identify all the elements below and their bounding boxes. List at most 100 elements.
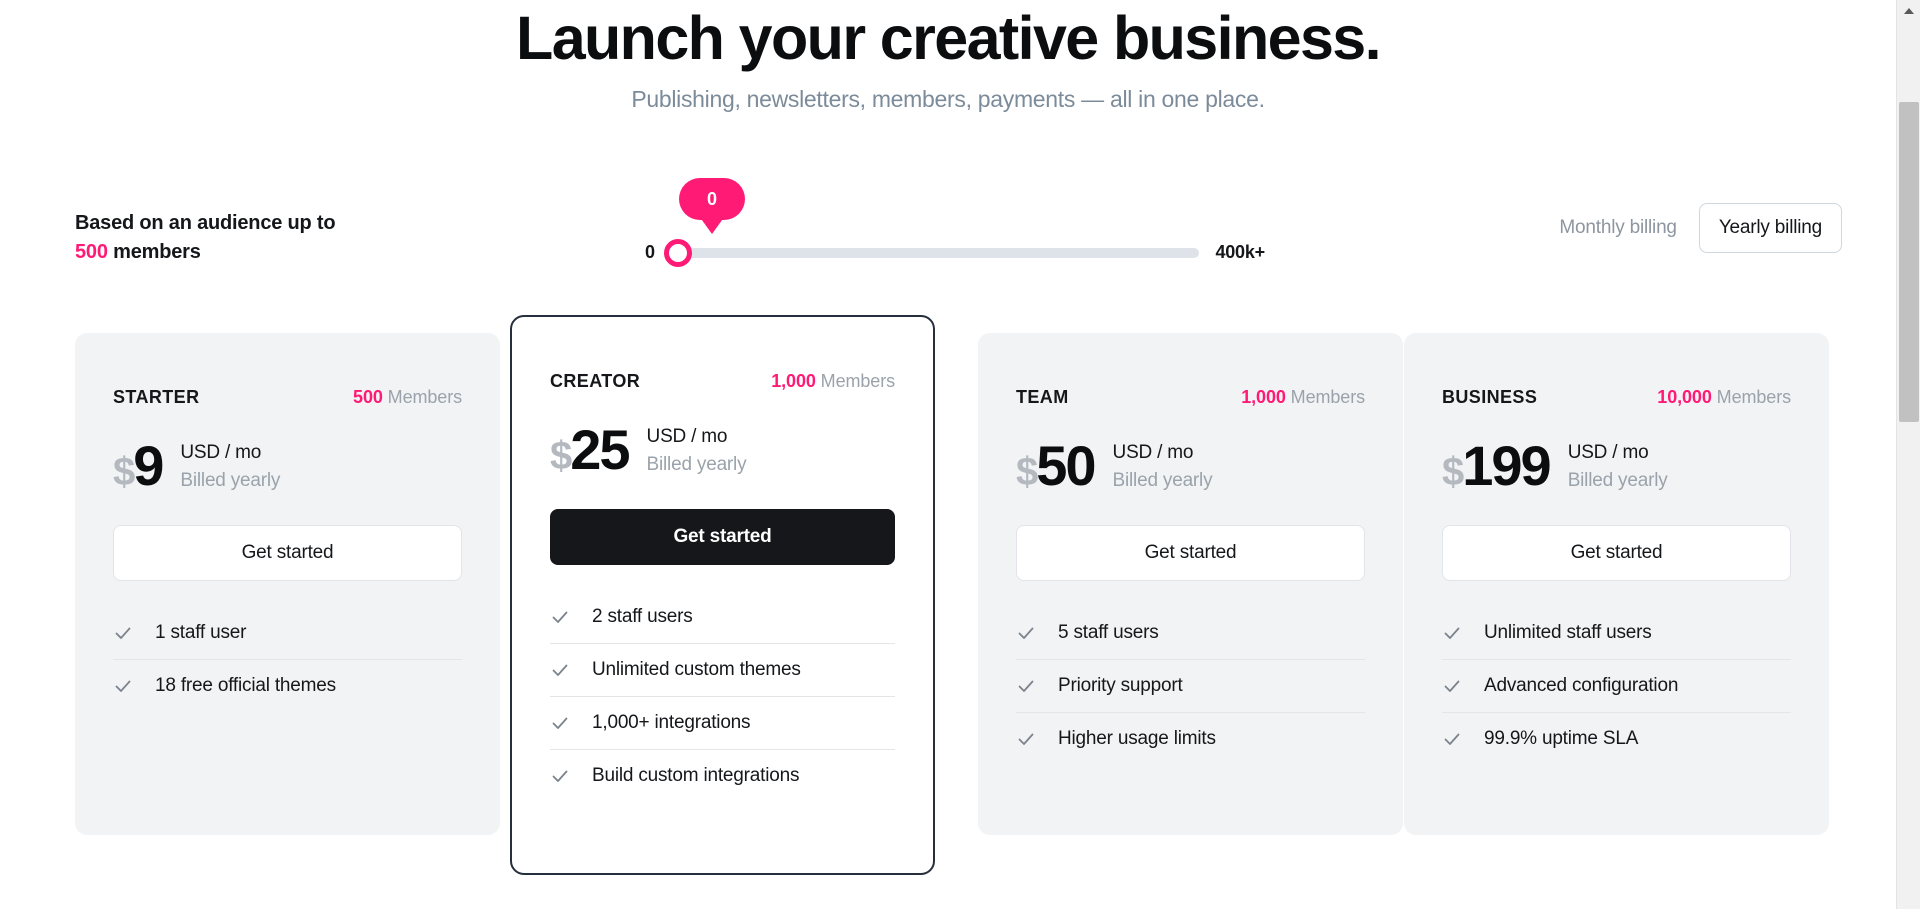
plan-price-meta: USD / mo Billed yearly (647, 423, 747, 478)
plan-price-value: 50 (1036, 434, 1096, 498)
plan-members: 500 Members (353, 387, 462, 408)
get-started-button[interactable]: Get started (1442, 525, 1791, 582)
plan-members-count: 1,000 (771, 371, 816, 392)
plan-currency-symbol: $ (1016, 450, 1038, 495)
scroll-up-arrow-icon[interactable] (1897, 0, 1920, 22)
check-icon (550, 713, 576, 733)
plan-feature-list: 2 staff users Unlimited custom themes 1,… (550, 591, 895, 802)
slider-track[interactable] (663, 238, 1200, 267)
plan-price-amount: $ 50 (1016, 434, 1097, 498)
plan-price-meta: USD / mo Billed yearly (180, 439, 280, 494)
pricing-plans: STARTER 500 Members $ 9 USD / mo Billed … (0, 315, 1896, 876)
audience-prefix: Based on an audience up to (75, 212, 336, 235)
feature-label: 1,000+ integrations (592, 712, 751, 734)
page-title: Launch your creative business. (516, 4, 1382, 72)
feature-label: Unlimited staff users (1484, 622, 1652, 644)
plan-header: BUSINESS 10,000 Members (1442, 361, 1791, 408)
check-icon (1442, 623, 1468, 643)
plan-price-unit: USD / mo (180, 442, 262, 464)
plan-price-value: 25 (570, 418, 630, 482)
plan-price: $ 50 USD / mo Billed yearly (1016, 438, 1365, 495)
plan-price: $ 9 USD / mo Billed yearly (113, 438, 462, 495)
plan-members-count: 10,000 (1657, 387, 1712, 408)
page-scrollbar[interactable] (1896, 0, 1920, 909)
plan-name: STARTER (113, 387, 200, 408)
billing-option-monthly[interactable]: Monthly billing (1545, 217, 1690, 239)
audience-count: 500 (75, 240, 108, 263)
feature-label: Unlimited custom themes (592, 659, 801, 681)
feature-label: 18 free official themes (155, 675, 336, 697)
page-subtitle: Publishing, newsletters, members, paymen… (631, 86, 1265, 113)
feature-item: 99.9% uptime SLA (1442, 713, 1791, 765)
plan-price-meta: USD / mo Billed yearly (1568, 439, 1668, 494)
plan-price-unit: USD / mo (1112, 442, 1194, 464)
hero-section: Launch your creative business. Publishin… (0, 0, 1896, 113)
plan-billing-cycle: Billed yearly (180, 469, 281, 491)
check-icon (1442, 729, 1468, 749)
feature-label: Higher usage limits (1058, 728, 1216, 750)
plan-card-starter[interactable]: STARTER 500 Members $ 9 USD / mo Billed … (75, 333, 500, 836)
plan-members-label: Members (1290, 387, 1365, 408)
plan-price-amount: $ 9 (113, 438, 164, 495)
plan-name: CREATOR (550, 371, 641, 392)
audience-suffix: members (113, 240, 201, 263)
plan-header: STARTER 500 Members (113, 361, 462, 408)
feature-label: Advanced configuration (1484, 675, 1679, 697)
feature-label: 5 staff users (1058, 622, 1159, 644)
plan-price-amount: $ 199 (1442, 438, 1552, 495)
plan-header: TEAM 1,000 Members (1016, 361, 1365, 408)
slider-max-label: 400k+ (1215, 242, 1265, 263)
plan-members: 1,000 Members (1241, 387, 1365, 408)
feature-item: 1,000+ integrations (550, 697, 895, 751)
plan-price: $ 199 USD / mo Billed yearly (1442, 438, 1791, 495)
feature-item: 5 staff users (1016, 607, 1365, 661)
feature-label: 2 staff users (592, 606, 693, 628)
plan-members-count: 500 (353, 387, 383, 408)
get-started-button[interactable]: Get started (550, 509, 895, 566)
slider-row: 0 400k+ (645, 238, 1265, 267)
plan-price-unit: USD / mo (1567, 442, 1649, 464)
slider-value-label: 0 (706, 188, 717, 209)
feature-item: Advanced configuration (1442, 660, 1791, 714)
check-icon (550, 660, 576, 680)
plan-name: BUSINESS (1442, 387, 1538, 408)
plan-card-creator[interactable]: CREATOR 1,000 Members $ 25 USD / mo Bill… (510, 315, 935, 876)
check-icon (1016, 729, 1042, 749)
page-viewport: Launch your creative business. Publishin… (0, 0, 1896, 909)
get-started-button[interactable]: Get started (113, 525, 462, 582)
check-icon (113, 623, 139, 643)
plan-members: 1,000 Members (771, 371, 895, 392)
plan-card-team[interactable]: TEAM 1,000 Members $ 50 USD / mo Billed … (978, 333, 1403, 836)
feature-item: 1 staff user (113, 607, 462, 661)
members-slider[interactable]: 0 0 400k+ (645, 157, 1265, 287)
plan-price: $ 25 USD / mo Billed yearly (550, 422, 895, 479)
plan-header: CREATOR 1,000 Members (550, 345, 895, 392)
plan-feature-list: 1 staff user 18 free official themes (113, 607, 462, 712)
feature-item: 18 free official themes (113, 660, 462, 712)
plan-price-amount: $ 25 (550, 418, 631, 482)
slider-value-bubble: 0 (679, 178, 745, 221)
billing-toggle[interactable]: Monthly billing Yearly billing (1545, 203, 1842, 254)
plan-billing-cycle: Billed yearly (1567, 469, 1668, 491)
check-icon (113, 676, 139, 696)
plan-billing-cycle: Billed yearly (646, 453, 747, 475)
plan-currency-symbol: $ (550, 434, 572, 479)
plan-price-meta: USD / mo Billed yearly (1113, 439, 1213, 494)
feature-label: 1 staff user (155, 622, 247, 644)
get-started-button[interactable]: Get started (1016, 525, 1365, 582)
scrollbar-thumb[interactable] (1899, 102, 1919, 422)
slider-handle[interactable] (663, 238, 692, 267)
plan-feature-list: Unlimited staff users Advanced configura… (1442, 607, 1791, 765)
audience-line: 500 members (75, 238, 335, 266)
plan-card-business[interactable]: BUSINESS 10,000 Members $ 199 USD / mo B… (1404, 333, 1829, 836)
feature-item: Build custom integrations (550, 750, 895, 802)
billing-option-yearly[interactable]: Yearly billing (1698, 203, 1842, 254)
plan-name: TEAM (1016, 387, 1069, 408)
plan-members-label: Members (387, 387, 462, 408)
plan-members: 10,000 Members (1657, 387, 1791, 408)
feature-item: Higher usage limits (1016, 713, 1365, 765)
check-icon (550, 607, 576, 627)
plan-price-unit: USD / mo (646, 426, 728, 448)
plan-feature-list: 5 staff users Priority support Higher us… (1016, 607, 1365, 765)
feature-item: Unlimited staff users (1442, 607, 1791, 661)
